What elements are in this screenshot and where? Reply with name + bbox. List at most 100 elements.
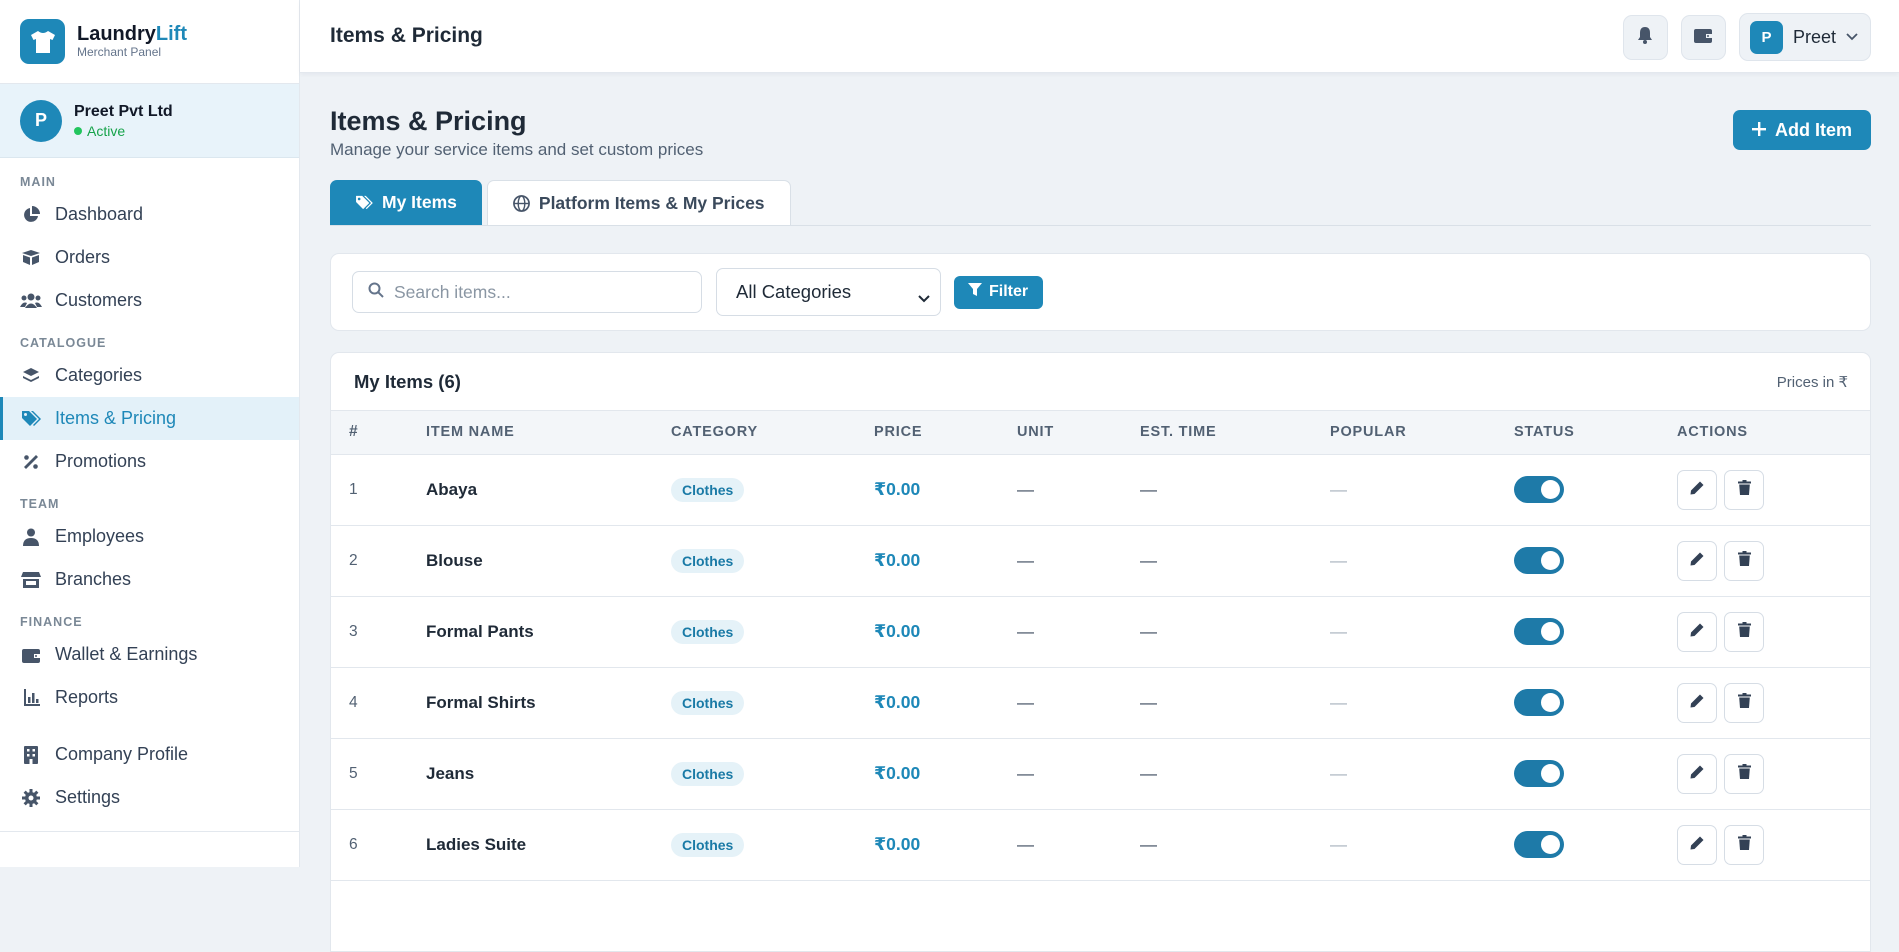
brand[interactable]: LaundryLift Merchant Panel — [0, 0, 299, 84]
table-header-row: # ITEM NAME CATEGORY PRICE UNIT EST. TIM… — [331, 411, 1870, 455]
column-header: # — [331, 411, 426, 455]
tab-my-items[interactable]: My Items — [330, 180, 482, 225]
category-badge: Clothes — [671, 619, 745, 644]
item-popular: — — [1330, 667, 1514, 739]
sidebar-item-promotions[interactable]: Promotions — [0, 440, 299, 483]
percent-icon — [20, 451, 42, 473]
pencil-icon — [1690, 622, 1704, 642]
toggle-knob — [1541, 693, 1560, 712]
pencil-icon — [1690, 551, 1704, 571]
wallet-icon — [20, 644, 42, 666]
row-number: 2 — [331, 525, 426, 597]
nav-section-catalogue: CATALOGUE — [20, 336, 107, 350]
edit-button[interactable] — [1677, 611, 1717, 652]
delete-button[interactable] — [1724, 682, 1764, 723]
category-select-value: All Categories — [736, 281, 852, 302]
chart-pie-icon — [20, 204, 42, 226]
bell-icon — [1637, 26, 1653, 49]
sidebar-item-employees[interactable]: Employees — [0, 515, 299, 558]
edit-button[interactable] — [1677, 540, 1717, 581]
sidebar-item-company-profile[interactable]: Company Profile — [0, 733, 299, 776]
trash-icon — [1737, 763, 1751, 784]
sidebar: LaundryLift Merchant Panel P Preet Pvt L… — [0, 0, 300, 867]
add-item-button[interactable]: Add Item — [1732, 110, 1871, 150]
edit-button[interactable] — [1677, 824, 1717, 865]
trash-icon — [1737, 834, 1751, 855]
item-name: Abaya — [426, 454, 671, 526]
sidebar-item-items-pricing[interactable]: Items & Pricing — [0, 397, 299, 440]
search-input[interactable] — [394, 281, 684, 303]
toggle-knob — [1541, 835, 1560, 854]
globe-icon — [512, 194, 530, 212]
sidebar-item-branches[interactable]: Branches — [0, 558, 299, 601]
item-name: Blouse — [426, 525, 671, 597]
account-card[interactable]: P Preet Pvt Ltd Active — [0, 84, 299, 158]
account-name: Preet Pvt Ltd — [74, 102, 173, 120]
status-toggle[interactable] — [1514, 476, 1564, 503]
notifications-button[interactable] — [1622, 14, 1668, 60]
page-subtitle: Manage your service items and set custom… — [330, 140, 704, 159]
category-badge: Clothes — [671, 761, 745, 786]
tshirt-logo-icon — [20, 19, 65, 64]
trash-icon — [1737, 621, 1751, 642]
store-icon — [20, 569, 42, 591]
delete-button[interactable] — [1724, 540, 1764, 581]
sidebar-item-customers[interactable]: Customers — [0, 279, 299, 322]
users-icon — [20, 290, 42, 312]
item-est-time: — — [1140, 454, 1330, 526]
table-row: 4 Formal Shirts Clothes ₹0.00 — — — — [331, 667, 1870, 739]
edit-button[interactable] — [1677, 682, 1717, 723]
search-icon — [368, 282, 384, 303]
sidebar-item-dashboard[interactable]: Dashboard — [0, 193, 299, 236]
wallet-button[interactable] — [1680, 14, 1726, 60]
item-est-time: — — [1140, 738, 1330, 810]
row-number: 5 — [331, 738, 426, 810]
sidebar-item-orders[interactable]: Orders — [0, 236, 299, 279]
table-row: 1 Abaya Clothes ₹0.00 — — — — [331, 454, 1870, 526]
delete-button[interactable] — [1724, 611, 1764, 652]
column-header: POPULAR — [1330, 411, 1514, 455]
user-menu-button[interactable]: P Preet — [1738, 13, 1871, 61]
topbar: Items & Pricing P Preet — [300, 0, 1899, 73]
status-toggle[interactable] — [1514, 831, 1564, 858]
brand-name: LaundryLift — [77, 23, 187, 45]
status-toggle[interactable] — [1514, 689, 1564, 716]
column-header: UNIT — [1017, 411, 1140, 455]
status-toggle[interactable] — [1514, 547, 1564, 574]
status-toggle[interactable] — [1514, 618, 1564, 645]
delete-button[interactable] — [1724, 469, 1764, 510]
category-badge: Clothes — [671, 690, 745, 715]
toggle-knob — [1541, 622, 1560, 641]
column-header: CATEGORY — [671, 411, 874, 455]
status-toggle[interactable] — [1514, 760, 1564, 787]
search-box[interactable] — [352, 271, 702, 313]
user-avatar: P — [1749, 20, 1783, 54]
column-header: ACTIONS — [1677, 411, 1870, 455]
table-row: 3 Formal Pants Clothes ₹0.00 — — — — [331, 596, 1870, 668]
tab-platform-items[interactable]: Platform Items & My Prices — [486, 180, 791, 225]
table-title: My Items (6) — [354, 370, 461, 392]
category-select[interactable]: All Categories — [716, 268, 941, 316]
item-popular: — — [1330, 596, 1514, 668]
delete-button[interactable] — [1724, 824, 1764, 865]
edit-button[interactable] — [1677, 469, 1717, 510]
pencil-icon — [1690, 480, 1704, 500]
delete-button[interactable] — [1724, 753, 1764, 794]
box-open-icon — [20, 247, 42, 269]
filter-bar: All Categories Filter — [330, 253, 1871, 331]
filter-button[interactable]: Filter — [954, 275, 1044, 309]
nav-section-team: TEAM — [20, 497, 60, 511]
sidebar-item-wallet-earnings[interactable]: Wallet & Earnings — [0, 633, 299, 676]
table-row: 2 Blouse Clothes ₹0.00 — — — — [331, 525, 1870, 597]
pencil-icon — [1690, 693, 1704, 713]
bar-chart-icon — [20, 687, 42, 709]
edit-button[interactable] — [1677, 753, 1717, 794]
sidebar-nav: MAIN Dashboard Orders Customers CATALOGU… — [0, 158, 299, 832]
sidebar-item-reports[interactable]: Reports — [0, 676, 299, 719]
item-price: ₹0.00 — [874, 596, 1017, 668]
sidebar-item-settings[interactable]: Settings — [0, 776, 299, 819]
sidebar-item-categories[interactable]: Categories — [0, 354, 299, 397]
user-name: Preet — [1792, 26, 1836, 47]
item-unit: — — [1017, 525, 1140, 597]
item-popular: — — [1330, 809, 1514, 881]
